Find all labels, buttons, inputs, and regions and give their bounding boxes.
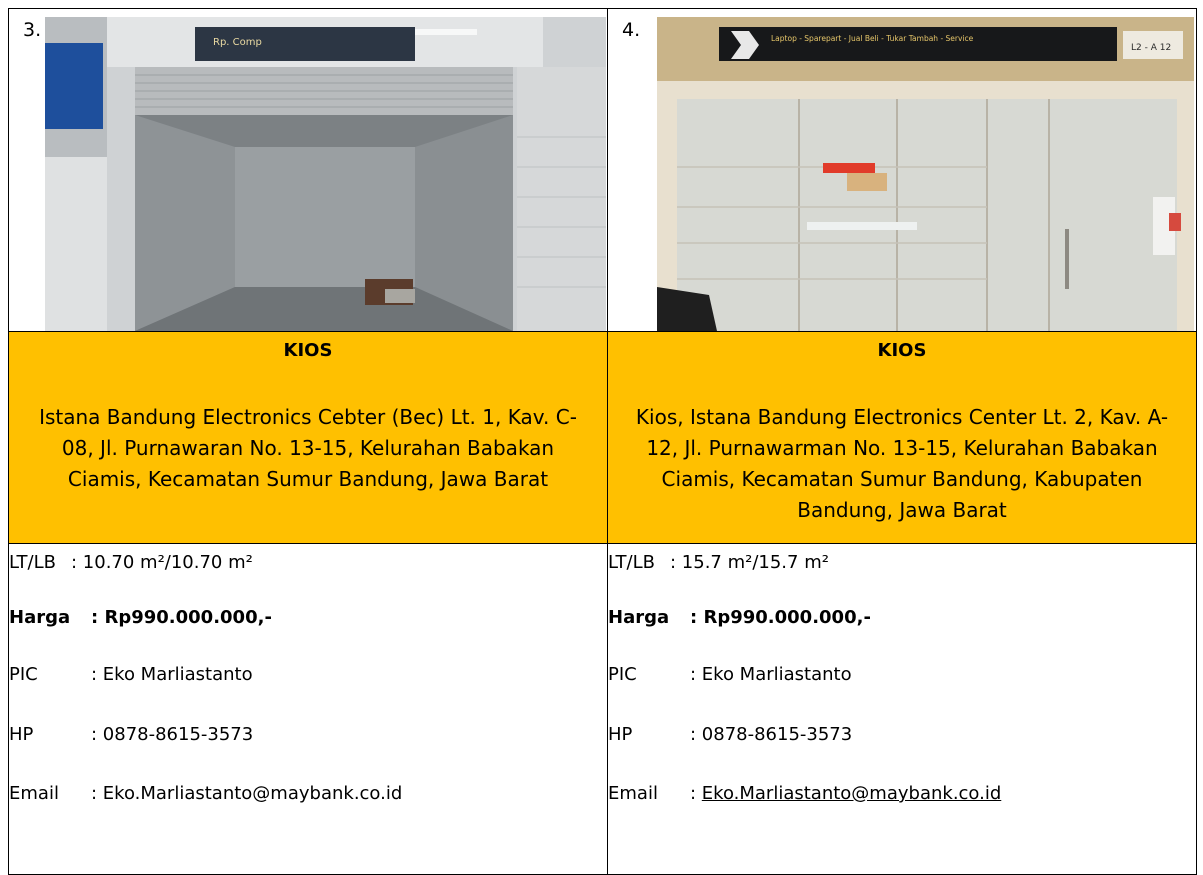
pic-label: PIC	[9, 664, 38, 685]
photo-cell-4: 4. Laptop - Sparepart - Jual Beli - Tuka…	[607, 8, 1197, 332]
price-label: Harga	[608, 607, 670, 628]
address-text: Kios, Istana Bandung Electronics Center …	[635, 405, 1169, 522]
phone: HP : 0878-8615-3573	[608, 724, 1196, 745]
price-label: Harga	[9, 607, 71, 628]
heading-row: KIOS Istana Bandung Electronics Cebter (…	[8, 331, 1197, 544]
kiosk-photo-3: Rp. Comp	[45, 17, 606, 331]
address-text: Istana Bandung Electronics Cebter (Bec) …	[39, 405, 577, 491]
kiosk-photo-4: Laptop - Sparepart - Jual Beli - Tukar T…	[657, 17, 1194, 331]
hp-value: : 0878-8615-3573	[91, 724, 254, 745]
svg-text:Rp. Comp: Rp. Comp	[213, 37, 262, 48]
lt-lb-value: : 15.7 m²/15.7 m²	[670, 552, 829, 573]
svg-text:Laptop - Sparepart - Jual Beli: Laptop - Sparepart - Jual Beli - Tukar T…	[771, 34, 974, 43]
land-building-area: LT/LB : 15.7 m²/15.7 m²	[608, 552, 1196, 573]
land-building-area: LT/LB : 10.70 m²/10.70 m²	[9, 552, 607, 573]
email: Email : Eko.Marliastanto@maybank.co.id	[9, 783, 607, 804]
details-cell-3: LT/LB : 10.70 m²/10.70 m² Harga : Rp990.…	[8, 543, 608, 875]
email-label: Email	[9, 783, 59, 804]
email-separator: :	[690, 783, 702, 804]
phone: HP : 0878-8615-3573	[9, 724, 607, 745]
price: Harga : Rp990.000.000,-	[608, 607, 1196, 628]
email: Email : Eko.Marliastanto@maybank.co.id	[608, 783, 1196, 804]
hp-label: HP	[9, 724, 34, 745]
pic-value: : Eko Marliastanto	[91, 664, 253, 685]
glass-front-kiosk-image: Laptop - Sparepart - Jual Beli - Tukar T…	[657, 17, 1194, 331]
heading-cell-3: KIOS Istana Bandung Electronics Cebter (…	[8, 331, 608, 544]
price: Harga : Rp990.000.000,-	[9, 607, 607, 628]
category-label: KIOS	[283, 340, 333, 361]
lt-lb-label: LT/LB	[608, 552, 655, 573]
price-value: : Rp990.000.000,-	[91, 607, 272, 628]
heading-cell-4: KIOS Kios, Istana Bandung Electronics Ce…	[607, 331, 1197, 544]
price-value: : Rp990.000.000,-	[690, 607, 871, 628]
hp-label: HP	[608, 724, 633, 745]
details-cell-4: LT/LB : 15.7 m²/15.7 m² Harga : Rp990.00…	[607, 543, 1197, 875]
photo-row: 3. Rp. Comp 4. Laptop - Sparepart - Jual…	[8, 8, 1197, 332]
category-label: KIOS	[877, 340, 927, 361]
hp-value: : 0878-8615-3573	[690, 724, 853, 745]
photo-cell-3: 3. Rp. Comp	[8, 8, 608, 332]
property-listing-table: 3. Rp. Comp 4. Laptop - Sparepart - Jual…	[8, 8, 1197, 875]
listing-number: 4.	[622, 19, 641, 41]
email-separator: :	[91, 783, 103, 804]
svg-text:L2 - A 12: L2 - A 12	[1131, 43, 1171, 53]
contact-person: PIC : Eko Marliastanto	[9, 664, 607, 685]
email-link[interactable]: Eko.Marliastanto@maybank.co.id	[702, 783, 1001, 804]
email-value: Eko.Marliastanto@maybank.co.id	[102, 783, 403, 804]
lt-lb-value: : 10.70 m²/10.70 m²	[71, 552, 253, 573]
listing-number: 3.	[23, 19, 42, 41]
closed-shutter-kiosk-image: Rp. Comp	[45, 17, 606, 331]
email-label: Email	[608, 783, 658, 804]
pic-label: PIC	[608, 664, 637, 685]
contact-person: PIC : Eko Marliastanto	[608, 664, 1196, 685]
details-row: LT/LB : 10.70 m²/10.70 m² Harga : Rp990.…	[8, 543, 1197, 875]
pic-value: : Eko Marliastanto	[690, 664, 852, 685]
lt-lb-label: LT/LB	[9, 552, 56, 573]
